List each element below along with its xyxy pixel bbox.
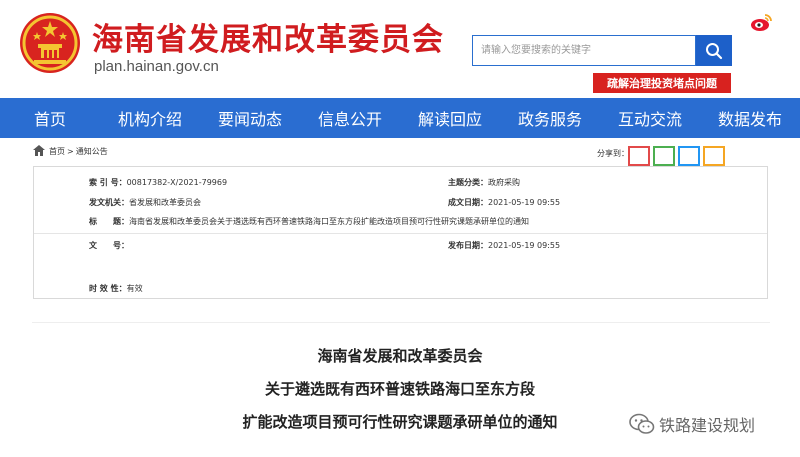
- document-metadata: 索 引 号：00817382-X/2021-79969 主题分类：政府采购 发文…: [33, 166, 768, 299]
- share-label: 分享到：: [597, 149, 629, 158]
- home-icon: [33, 145, 45, 156]
- site-title[interactable]: 海南省发展和改革委员会: [92, 14, 444, 59]
- nav-item-interaction[interactable]: 互动交流: [600, 98, 700, 138]
- search-input[interactable]: [472, 35, 696, 66]
- breadcrumb-home[interactable]: 首页: [49, 147, 65, 156]
- search-button[interactable]: [696, 35, 732, 66]
- site-header: 海南省发展和改革委员会 plan.hainan.gov.cn 疏解治理投资堵点问…: [0, 0, 800, 98]
- share-button-1[interactable]: [628, 146, 650, 166]
- nav-item-data[interactable]: 数据发布: [700, 98, 800, 138]
- promo-banner[interactable]: 疏解治理投资堵点问题: [593, 73, 731, 93]
- meta-divider: [34, 233, 767, 234]
- meta-index-no: 索 引 号：00817382-X/2021-79969: [89, 178, 228, 187]
- meta-title: 标 题：海南省发展和改革委员会关于遴选既有西环普速铁路海口至东方段扩能改造项目预…: [89, 217, 529, 226]
- breadcrumb-trail: 首页 > 通知公告: [49, 146, 108, 157]
- nav-item-organization[interactable]: 机构介绍: [100, 98, 200, 138]
- meta-subject: 主题分类：政府采购: [448, 178, 520, 187]
- breadcrumb-separator: >: [67, 147, 74, 156]
- share-button-3[interactable]: [678, 146, 700, 166]
- nav-item-news[interactable]: 要闻动态: [200, 98, 300, 138]
- share-button-4[interactable]: [703, 146, 725, 166]
- article-title-line-1: 海南省发展和改革委员会: [317, 347, 483, 365]
- nav-item-services[interactable]: 政务服务: [500, 98, 600, 138]
- watermark-text: 铁路建设规划: [659, 416, 756, 435]
- article-divider: [32, 322, 770, 323]
- meta-validity: 时 效 性：有效: [89, 284, 143, 293]
- main-nav: 首页 机构介绍 要闻动态 信息公开 解读回应 政务服务 互动交流 数据发布: [0, 98, 800, 138]
- breadcrumb: 首页 > 通知公告 分享到：: [32, 140, 770, 166]
- meta-published: 发布日期：2021-05-19 09:55: [448, 241, 561, 250]
- meta-doc-no: 文 号：: [89, 241, 129, 250]
- nav-item-home[interactable]: 首页: [0, 98, 100, 138]
- site-url[interactable]: plan.hainan.gov.cn: [94, 58, 219, 75]
- meta-issuer: 发文机关：省发展和改革委员会: [89, 198, 201, 207]
- share-button-2[interactable]: [653, 146, 675, 166]
- article-title-line-2: 关于遴选既有西环普速铁路海口至东方段: [264, 380, 535, 398]
- weibo-icon[interactable]: [750, 12, 774, 32]
- breadcrumb-current[interactable]: 通知公告: [76, 147, 108, 156]
- national-emblem-icon: [20, 13, 80, 73]
- wechat-icon: [629, 413, 655, 434]
- nav-item-interpretation[interactable]: 解读回应: [400, 98, 500, 138]
- watermark: 铁路建设规划: [629, 412, 755, 436]
- meta-created: 成文日期：2021-05-19 09:55: [448, 198, 561, 207]
- nav-item-disclosure[interactable]: 信息公开: [300, 98, 400, 138]
- search-icon: [706, 42, 723, 59]
